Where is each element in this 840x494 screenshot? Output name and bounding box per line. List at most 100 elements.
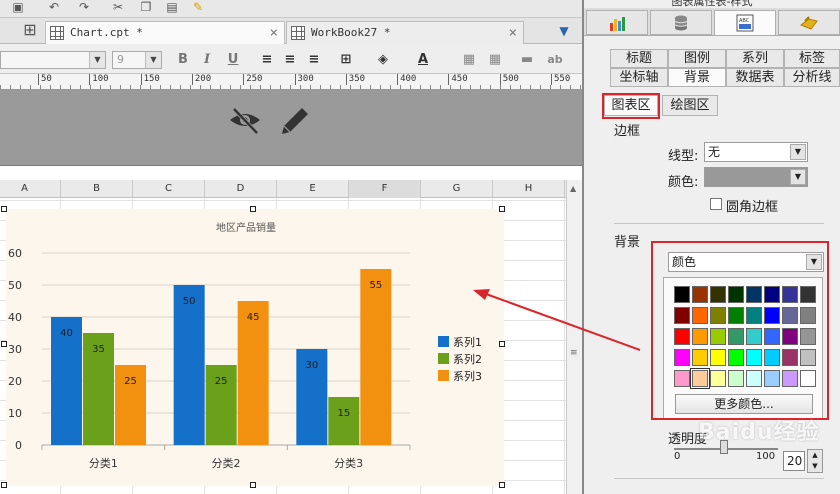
- eye-hidden-icon[interactable]: [228, 106, 262, 136]
- y-tick-label: 20: [8, 375, 22, 388]
- format-painter-icon[interactable]: ✎: [190, 0, 206, 14]
- subtab-label[interactable]: 标签: [784, 49, 840, 68]
- new-sheet-icon[interactable]: ⊞: [22, 22, 38, 38]
- subtab-analysis-line[interactable]: 分析线: [784, 68, 840, 87]
- highlight-box: [651, 241, 829, 420]
- subtab-series[interactable]: 系列: [726, 49, 784, 68]
- bold-button[interactable]: B: [174, 52, 192, 68]
- border-color-select[interactable]: ▼: [704, 167, 808, 187]
- column-header[interactable]: G: [421, 180, 493, 198]
- tab-workbook[interactable]: WorkBook27 * ×: [286, 21, 524, 44]
- italic-button[interactable]: I: [198, 52, 216, 68]
- tab-data[interactable]: [650, 10, 712, 35]
- tab-plot-area[interactable]: 绘图区: [662, 95, 718, 116]
- tab-effects[interactable]: [778, 10, 840, 35]
- ab-button[interactable]: ab: [544, 52, 566, 68]
- round-border-checkbox[interactable]: [710, 198, 722, 210]
- tab-chart-type[interactable]: [586, 10, 648, 35]
- resize-handle[interactable]: [250, 482, 256, 488]
- quick-toolbar: ▣ ↶ ↷ ✂ ❐ ▤ ✎: [0, 0, 582, 18]
- save-icon[interactable]: ▣: [10, 0, 26, 14]
- bar: [328, 397, 360, 445]
- redo-icon[interactable]: ↷: [76, 0, 92, 14]
- merge-icon[interactable]: ▦: [460, 52, 478, 68]
- font-size-select[interactable]: 9 ▼: [112, 51, 162, 69]
- strike-icon[interactable]: ▬: [518, 52, 536, 68]
- line-type-value: 无: [708, 145, 721, 159]
- font-family-select[interactable]: ▼: [0, 51, 106, 69]
- horizontal-ruler: 50 100 150 200 250 300 350 400 450 500 550: [0, 74, 582, 90]
- pencil-icon[interactable]: [278, 104, 312, 136]
- ruler-mark: 100: [89, 74, 109, 85]
- subtab-axis[interactable]: 坐标轴: [610, 68, 668, 87]
- column-header[interactable]: D: [205, 180, 277, 198]
- subtab-legend[interactable]: 图例: [668, 49, 726, 68]
- resize-handle[interactable]: [499, 206, 505, 212]
- subtab-background[interactable]: 背景: [668, 68, 726, 87]
- column-header[interactable]: F: [349, 180, 421, 198]
- column-header[interactable]: H: [493, 180, 565, 198]
- bar-chart[interactable]: 地区产品销量 0 10 20 30 40 50 60 分类1 40 35 25 分类2 50 25 45 分类3…: [6, 209, 504, 486]
- bar-value-label: 35: [92, 344, 105, 355]
- border-section-label: 边框: [614, 124, 641, 139]
- scroll-up-icon[interactable]: ▲: [570, 184, 579, 196]
- fill-color-icon[interactable]: ◈: [374, 52, 392, 68]
- copy-icon[interactable]: ❐: [138, 0, 154, 14]
- close-icon[interactable]: ×: [509, 22, 517, 44]
- resize-handle[interactable]: [499, 482, 505, 488]
- wrap-icon[interactable]: ▦: [486, 52, 504, 68]
- resize-handle[interactable]: [1, 206, 7, 212]
- align-right-icon[interactable]: ≡: [305, 52, 323, 68]
- font-size-value: 9: [117, 53, 124, 66]
- resize-handle[interactable]: [1, 482, 7, 488]
- line-type-select[interactable]: 无 ▼: [704, 142, 808, 162]
- vertical-scrollbar[interactable]: ▲ ≡: [566, 180, 582, 494]
- cut-icon[interactable]: ✂: [110, 0, 126, 14]
- tab-menu-icon[interactable]: ▼: [556, 24, 572, 38]
- tab-label: WorkBook27 *: [311, 26, 391, 39]
- align-center-icon[interactable]: ≡: [281, 52, 299, 68]
- tab-label: Chart.cpt *: [70, 26, 143, 39]
- underline-button[interactable]: U: [224, 52, 242, 68]
- legend-swatch: [438, 336, 449, 347]
- y-tick-label: 40: [8, 311, 22, 324]
- column-header[interactable]: B: [61, 180, 133, 198]
- scroll-grip-icon[interactable]: ≡: [570, 348, 579, 360]
- bar: [360, 269, 392, 445]
- chart-toolbar-area: [0, 90, 582, 166]
- tab-style[interactable]: ABC: [714, 10, 776, 35]
- special-effects-icon: [799, 16, 818, 30]
- resize-handle[interactable]: [250, 206, 256, 212]
- undo-icon[interactable]: ↶: [46, 0, 62, 14]
- round-border-label: 圆角边框: [726, 200, 779, 215]
- ruler-mark: 450: [448, 74, 468, 85]
- legend-label: 系列1: [453, 335, 482, 349]
- subtab-datatable[interactable]: 数据表: [726, 68, 784, 87]
- ruler-mark: 550: [551, 74, 570, 85]
- grid-line: [564, 198, 565, 494]
- border-icon[interactable]: ⊞: [337, 52, 355, 68]
- paste-icon[interactable]: ▤: [164, 0, 180, 14]
- subtab-title[interactable]: 标题: [610, 49, 668, 68]
- bar-chart-icon: [610, 17, 625, 31]
- format-toolbar: ▼ 9 ▼ B I U ≡ ≡ ≡ ⊞ ◈ A ▦ ▦ ▬ ab: [0, 44, 582, 74]
- x-tick-label: 分类3: [334, 456, 363, 470]
- tab-chart[interactable]: Chart.cpt * ×: [45, 21, 285, 44]
- column-header[interactable]: A: [0, 180, 61, 198]
- column-header[interactable]: E: [277, 180, 349, 198]
- line-type-label: 线型:: [668, 149, 699, 164]
- bar-value-label: 25: [215, 376, 228, 387]
- bar: [173, 285, 205, 445]
- text-color-button[interactable]: A: [414, 52, 432, 68]
- resize-handle[interactable]: [1, 341, 7, 347]
- slider-min-label: 0: [674, 451, 681, 462]
- resize-handle[interactable]: [499, 341, 505, 347]
- divider: [614, 478, 824, 479]
- divider: [614, 223, 824, 224]
- bar-value-label: 50: [183, 296, 196, 307]
- panel-top-tabs: ABC: [584, 8, 840, 36]
- bar-value-label: 25: [124, 376, 137, 387]
- close-icon[interactable]: ×: [270, 22, 278, 44]
- align-left-icon[interactable]: ≡: [258, 52, 276, 68]
- column-header[interactable]: C: [133, 180, 205, 198]
